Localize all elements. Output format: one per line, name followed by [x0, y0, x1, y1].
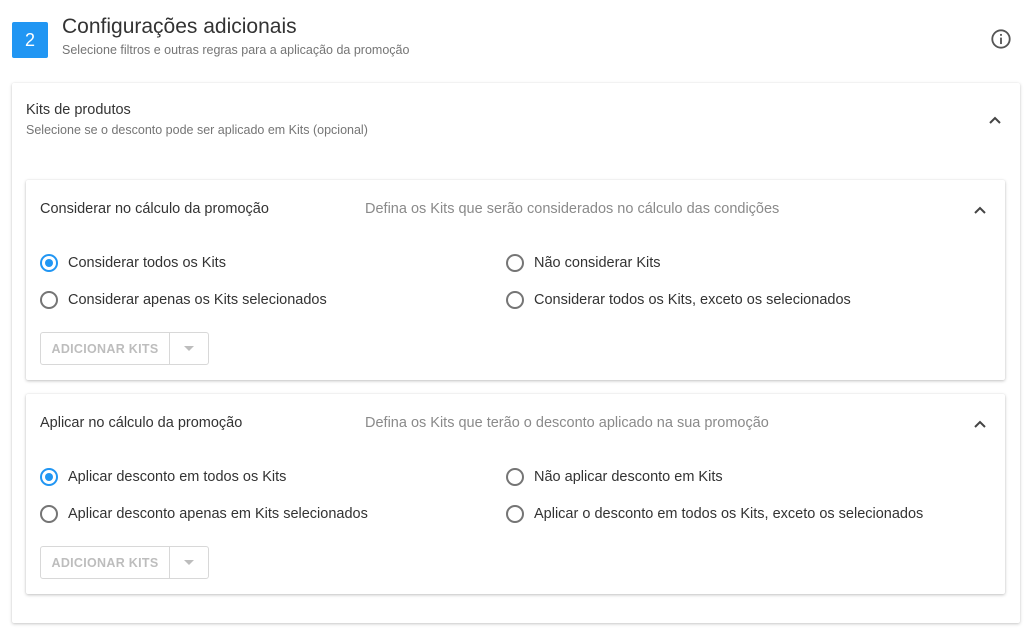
radio-consider-all-kits[interactable]: Considerar todos os Kits	[40, 252, 226, 274]
radio-unchecked-icon	[506, 291, 524, 309]
info-icon[interactable]	[990, 28, 1012, 50]
radio-unchecked-icon	[506, 254, 524, 272]
caret-down-icon	[184, 346, 194, 351]
step-header: 2 Configurações adicionais Selecione fil…	[12, 14, 1022, 64]
radio-discount-all-except-selected[interactable]: Aplicar o desconto em todos os Kits, exc…	[506, 503, 923, 525]
section-title: Aplicar no cálculo da promoção	[40, 415, 243, 431]
add-kits-button[interactable]: ADICIONAR KITS	[41, 333, 170, 364]
radio-label: Aplicar desconto apenas em Kits selecion…	[68, 506, 368, 522]
radio-only-selected-kits[interactable]: Considerar apenas os Kits selecionados	[40, 289, 327, 311]
radio-unchecked-icon	[506, 505, 524, 523]
radio-checked-icon	[40, 468, 58, 486]
chevron-up-icon[interactable]	[973, 205, 987, 215]
caret-down-icon	[184, 560, 194, 565]
radio-no-kits[interactable]: Não considerar Kits	[506, 252, 661, 274]
radio-label: Considerar todos os Kits	[68, 255, 226, 271]
radio-label: Aplicar desconto em todos os Kits	[68, 469, 287, 485]
kits-panel-title: Kits de produtos	[26, 102, 131, 118]
radio-checked-icon	[40, 254, 58, 272]
step-subtitle: Selecione filtros e outras regras para a…	[62, 43, 410, 57]
radio-all-except-selected[interactable]: Considerar todos os Kits, exceto os sele…	[506, 289, 851, 311]
add-kits-button[interactable]: ADICIONAR KITS	[41, 547, 170, 578]
radio-label: Considerar todos os Kits, exceto os sele…	[534, 292, 851, 308]
radio-label: Aplicar o desconto em todos os Kits, exc…	[534, 506, 924, 522]
add-kits-dropdown-toggle[interactable]	[170, 547, 208, 578]
radio-no-discount-kits[interactable]: Não aplicar desconto em Kits	[506, 466, 723, 488]
chevron-up-icon[interactable]	[988, 115, 1002, 125]
radio-unchecked-icon	[40, 505, 58, 523]
step-number-badge: 2	[12, 22, 48, 58]
apply-kits-section: Aplicar no cálculo da promoção Defina os…	[26, 394, 1005, 594]
radio-apply-all-kits[interactable]: Aplicar desconto em todos os Kits	[40, 466, 286, 488]
radio-discount-selected-kits[interactable]: Aplicar desconto apenas em Kits selecion…	[40, 503, 368, 525]
radio-label: Não aplicar desconto em Kits	[534, 469, 723, 485]
step-title: Configurações adicionais	[62, 15, 297, 38]
radio-label: Considerar apenas os Kits selecionados	[68, 292, 327, 308]
section-description: Defina os Kits que terão o desconto apli…	[365, 415, 769, 431]
radio-unchecked-icon	[506, 468, 524, 486]
consider-kits-section: Considerar no cálculo da promoção Defina…	[26, 180, 1005, 380]
chevron-up-icon[interactable]	[973, 419, 987, 429]
kits-panel-header[interactable]: Kits de produtos Selecione se o desconto…	[12, 83, 1020, 153]
kits-panel-subtitle: Selecione se o desconto pode ser aplicad…	[26, 123, 368, 137]
radio-label: Não considerar Kits	[534, 255, 661, 271]
section-title: Considerar no cálculo da promoção	[40, 201, 269, 217]
add-kits-dropdown-toggle[interactable]	[170, 333, 208, 364]
radio-unchecked-icon	[40, 291, 58, 309]
section-description: Defina os Kits que serão considerados no…	[365, 201, 780, 217]
add-kits-split-button: ADICIONAR KITS	[40, 332, 209, 365]
kits-panel: Kits de produtos Selecione se o desconto…	[12, 83, 1020, 623]
add-kits-split-button: ADICIONAR KITS	[40, 546, 209, 579]
